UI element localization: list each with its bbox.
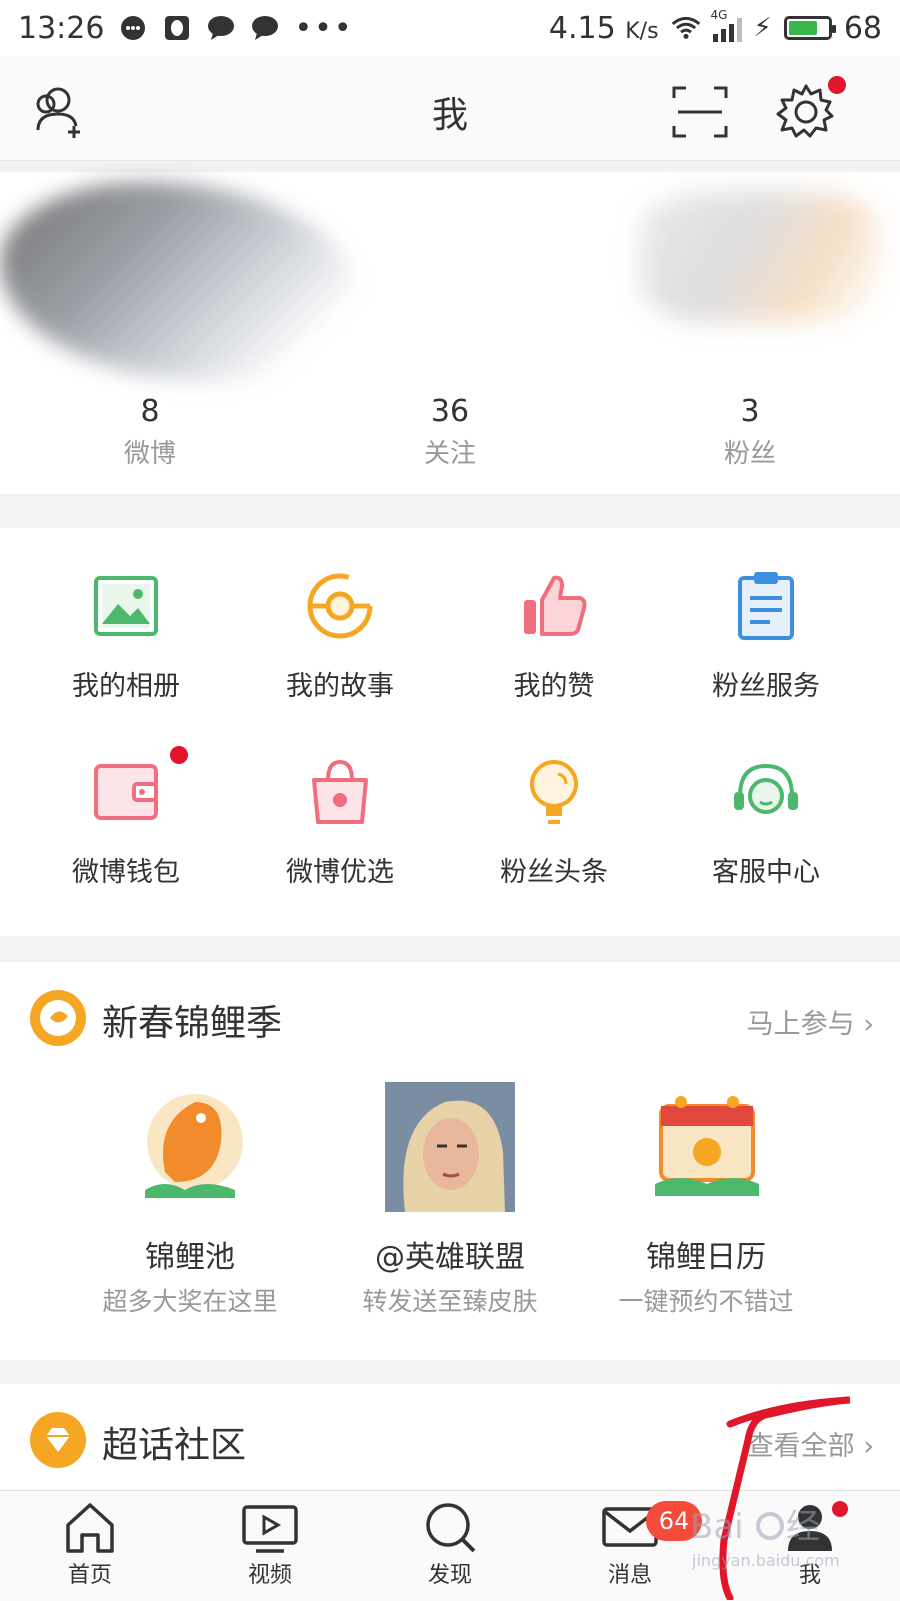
- feature-grid: 我的相册 我的故事 我的赞 粉丝服务 微博钱包 微博优选 粉丝头条 客服中心: [0, 528, 900, 936]
- stat-value: 8: [140, 394, 160, 429]
- promo-item-koi-pond[interactable]: 锦鲤池 超多大奖在这里: [40, 1082, 340, 1318]
- promo-item-koi-calendar[interactable]: 锦鲤日历 一键预约不错过: [556, 1082, 856, 1318]
- promo-card-title: 新春锦鲤季: [102, 1003, 283, 1044]
- grid-item-headlines[interactable]: 粉丝头条: [444, 752, 664, 889]
- grid-item-likes[interactable]: 我的赞: [444, 566, 664, 703]
- album-icon: [86, 566, 166, 646]
- scan-icon[interactable]: [668, 80, 732, 144]
- grid-item-label: 微博钱包: [72, 857, 180, 888]
- page-title: 我: [431, 95, 468, 136]
- network-speed: 4.15 K/s: [548, 10, 659, 46]
- stat-label: 微博: [123, 439, 176, 469]
- tab-video[interactable]: 视频: [180, 1491, 360, 1601]
- promo-item-lol[interactable]: @英雄联盟 转发送至臻皮肤: [300, 1082, 600, 1318]
- super-topic-view-all[interactable]: 查看全部 ›: [747, 1424, 874, 1463]
- promo-item-name: 锦鲤日历: [646, 1240, 766, 1275]
- grid-item-customer-service[interactable]: 客服中心: [656, 752, 876, 889]
- battery-level: 68: [843, 10, 882, 46]
- grid-item-label: 我的赞: [513, 671, 595, 702]
- home-icon: [60, 1499, 120, 1555]
- story-icon: [300, 566, 380, 646]
- headset-icon: [726, 752, 806, 832]
- promo-item-desc: 一键预约不错过: [618, 1287, 794, 1316]
- promo-item-name: 锦鲤池: [145, 1240, 235, 1275]
- signal-icon: 4G: [711, 8, 742, 42]
- chevron-right-icon: ›: [863, 1431, 874, 1462]
- blurred-cover: [640, 192, 880, 322]
- diamond-icon: [28, 1410, 88, 1474]
- status-time: 13:26: [18, 10, 105, 46]
- message-count-badge: 64: [646, 1501, 702, 1541]
- blurred-avatar: [0, 182, 360, 382]
- grid-item-album[interactable]: 我的相册: [16, 566, 236, 703]
- qq-icon: [162, 13, 192, 43]
- super-topic-header: 超话社区: [28, 1410, 246, 1474]
- grid-item-label: 粉丝头条: [500, 857, 608, 888]
- tab-label: 视频: [247, 1563, 292, 1588]
- tab-messages[interactable]: 消息 64: [540, 1491, 720, 1601]
- stat-value: 3: [740, 394, 760, 429]
- shopping-bag-icon: [300, 752, 380, 832]
- promo-item-name: @英雄联盟: [375, 1240, 525, 1275]
- message-icon: [206, 13, 236, 43]
- stat-following[interactable]: 36 关注: [300, 394, 600, 474]
- lightbulb-icon: [514, 752, 594, 832]
- status-bar: 13:26 ••• 4.15 K/s 4G ⚡ 68: [0, 0, 900, 56]
- chevron-right-icon: ›: [863, 1009, 874, 1040]
- more-notifications-icon: •••: [294, 10, 354, 46]
- lol-avatar-image: [385, 1082, 515, 1212]
- settings-gear-icon[interactable]: [774, 76, 846, 144]
- tab-label: 我: [798, 1563, 821, 1588]
- stat-followers[interactable]: 3 粉丝: [600, 394, 900, 474]
- stat-label: 粉丝: [723, 439, 776, 469]
- wallet-icon: [86, 746, 188, 832]
- grid-item-label: 微博优选: [286, 857, 394, 888]
- stat-label: 关注: [423, 439, 476, 469]
- promo-card: 新春锦鲤季 马上参与 › 锦鲤池 超多大奖在这里 @英雄联盟 转发送至臻皮肤 锦…: [0, 962, 900, 1360]
- bottom-tab-bar: 首页 视频 发现 消息 64 我: [0, 1490, 900, 1601]
- grid-item-fan-service[interactable]: 粉丝服务: [656, 566, 876, 703]
- tab-label: 首页: [67, 1563, 112, 1588]
- promo-item-desc: 超多大奖在这里: [102, 1287, 278, 1316]
- wifi-icon: [671, 13, 701, 43]
- video-icon: [240, 1499, 300, 1555]
- grid-item-story[interactable]: 我的故事: [230, 566, 450, 703]
- promo-card-header: 新春锦鲤季: [28, 988, 282, 1052]
- stat-weibo[interactable]: 8 微博: [0, 394, 300, 474]
- charging-icon: ⚡: [753, 13, 772, 43]
- stat-value: 36: [430, 394, 470, 429]
- profile-stats: 8 微博 36 关注 3 粉丝: [0, 394, 900, 474]
- battery-icon: [783, 16, 836, 40]
- clipboard-icon: [726, 566, 806, 646]
- super-topic-title: 超话社区: [102, 1425, 247, 1466]
- tab-label: 发现: [427, 1563, 472, 1588]
- top-nav: 我: [0, 56, 900, 161]
- search-icon: [420, 1499, 480, 1555]
- profile-icon: [780, 1499, 848, 1555]
- tab-me[interactable]: 我: [720, 1491, 900, 1601]
- grid-item-label: 我的故事: [286, 671, 394, 702]
- profile-card[interactable]: 8 微博 36 关注 3 粉丝: [0, 172, 900, 494]
- koi-fish-icon: [125, 1082, 255, 1212]
- grid-item-label: 客服中心: [712, 857, 820, 888]
- me-red-dot: [832, 1501, 848, 1517]
- tab-discover[interactable]: 发现: [360, 1491, 540, 1601]
- calendar-gift-icon: [641, 1082, 771, 1212]
- grid-item-shop[interactable]: 微博优选: [230, 752, 450, 889]
- chat-bubble-icon: [118, 13, 148, 43]
- super-topic-card: 超话社区 查看全部 ›: [0, 1384, 900, 1494]
- message-icon-2: [250, 13, 280, 43]
- koi-logo-icon: [28, 988, 88, 1052]
- tab-label: 消息: [607, 1563, 652, 1588]
- thumbs-up-icon: [514, 566, 594, 646]
- grid-item-label: 粉丝服务: [712, 671, 820, 702]
- settings-red-dot: [828, 76, 846, 94]
- tab-home[interactable]: 首页: [0, 1491, 180, 1601]
- grid-item-wallet[interactable]: 微博钱包: [16, 746, 236, 889]
- promo-item-desc: 转发送至臻皮肤: [362, 1287, 538, 1316]
- grid-item-label: 我的相册: [72, 671, 180, 702]
- wallet-red-dot: [170, 746, 188, 764]
- promo-join-link[interactable]: 马上参与 ›: [747, 1002, 874, 1041]
